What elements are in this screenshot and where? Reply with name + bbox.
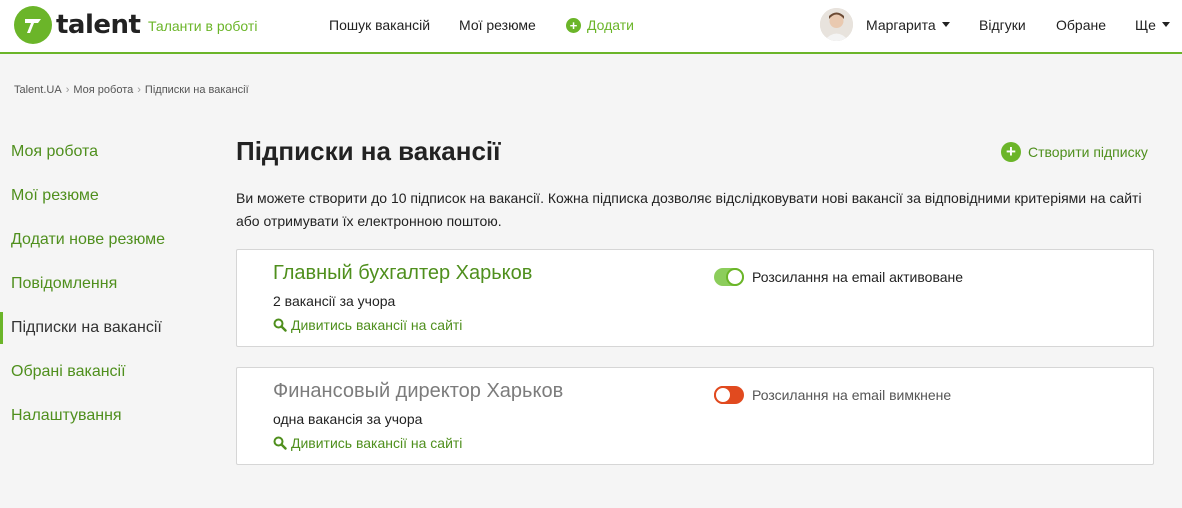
sidebar-item-subscriptions[interactable]: Підписки на вакансії (0, 312, 220, 356)
logo-text: talent (56, 10, 141, 40)
breadcrumb-my-work[interactable]: Моя робота (73, 84, 133, 96)
plus-icon: + (566, 17, 581, 33)
create-subscription-button[interactable]: + Створити підписку (1001, 142, 1148, 162)
nav-job-search[interactable]: Пошук вакансій (329, 17, 430, 33)
breadcrumb-separator-icon: › (137, 84, 141, 96)
plus-icon: + (1001, 142, 1021, 162)
breadcrumb-current: Підписки на вакансії (144, 84, 249, 96)
sidebar-item-saved-jobs[interactable]: Обрані вакансії (0, 356, 220, 400)
email-toggle[interactable] (714, 386, 744, 404)
toggle-knob (726, 268, 744, 286)
chevron-down-icon (1161, 21, 1170, 27)
sidebar-item-settings[interactable]: Налаштування (0, 400, 220, 444)
intro-text: Ви можете створити до 10 підписок на вак… (236, 190, 1142, 229)
create-subscription-label: Створити підписку (1028, 144, 1148, 160)
page-title: Підписки на вакансії (236, 136, 501, 166)
breadcrumb-home[interactable]: Talent.UA (14, 84, 62, 96)
email-toggle[interactable] (714, 268, 744, 286)
email-status: Розсилання на email вимкнене (752, 387, 952, 403)
sidebar: Моя робота Мої резюме Додати нове резюме… (0, 136, 220, 444)
talent-logo[interactable]: talent (14, 6, 141, 44)
view-jobs-link[interactable]: Дивитись вакансії на сайті (273, 435, 462, 451)
view-jobs-link[interactable]: Дивитись вакансії на сайті (273, 317, 462, 333)
view-jobs-label: Дивитись вакансії на сайті (291, 435, 463, 451)
subscription-title[interactable]: Финансовый директор Харьков (273, 380, 563, 403)
sidebar-item-my-resumes[interactable]: Мої резюме (0, 180, 220, 224)
top-header: talent Таланти в роботі Пошук вакансій М… (0, 0, 1182, 54)
sidebar-item-my-work[interactable]: Моя робота (0, 136, 220, 180)
breadcrumb: Talent.UA › Моя робота › Підписки на вак… (14, 84, 249, 96)
search-icon (273, 318, 287, 332)
view-jobs-label: Дивитись вакансії на сайті (291, 317, 463, 333)
subscription-count: 2 вакансії за учора (273, 293, 396, 309)
user-name: Маргарита (866, 17, 936, 33)
subscription-card: Главный бухгалтер Харьков 2 вакансії за … (236, 249, 1154, 347)
nav-add-label: Додати (587, 17, 634, 33)
user-menu[interactable]: Маргарита (866, 17, 950, 33)
search-icon (273, 436, 287, 450)
email-status: Розсилання на email активоване (752, 269, 964, 285)
nav-add-button[interactable]: + Додати (566, 17, 634, 33)
avatar[interactable] (820, 8, 853, 41)
subscription-title[interactable]: Главный бухгалтер Харьков (273, 262, 532, 285)
toggle-knob (714, 386, 732, 404)
subscription-card: Финансовый директор Харьков одна вакансі… (236, 367, 1154, 465)
tagline: Таланти в роботі (148, 18, 258, 34)
nav-my-resumes[interactable]: Мої резюме (459, 17, 536, 33)
nav-responses[interactable]: Відгуки (979, 17, 1026, 33)
logo-mark-icon (14, 6, 52, 44)
nav-more-menu[interactable]: Ще (1135, 17, 1170, 33)
breadcrumb-separator-icon: › (65, 84, 70, 96)
nav-more-label: Ще (1135, 17, 1156, 33)
sidebar-item-add-resume[interactable]: Додати нове резюме (0, 224, 220, 268)
nav-favorites[interactable]: Обране (1056, 17, 1106, 33)
sidebar-item-messages[interactable]: Повідомлення (0, 268, 220, 312)
subscription-count: одна вакансія за учора (273, 411, 423, 427)
chevron-down-icon (941, 21, 950, 27)
